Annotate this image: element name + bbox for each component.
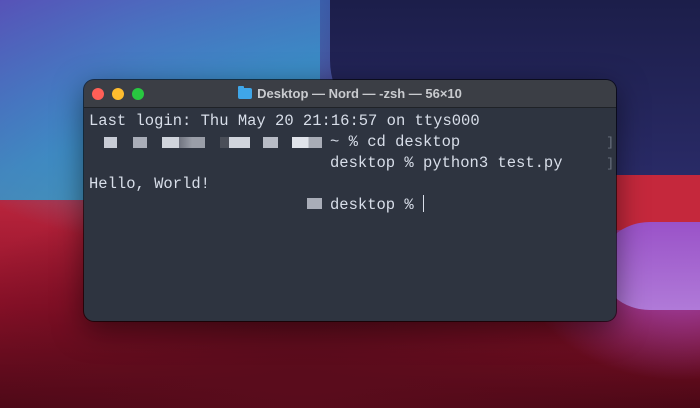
mark-bracket: ] (606, 156, 614, 171)
terminal-window[interactable]: Desktop — Nord — -zsh — 56×10 Last login… (84, 80, 616, 321)
terminal-line: desktop % (89, 195, 616, 216)
mark-bracket: ] (606, 135, 614, 150)
redacted-block (162, 137, 205, 148)
last-login-text: Last login: Thu May 20 21:16:57 on ttys0… (89, 112, 480, 130)
terminal-output[interactable]: Last login: Thu May 20 21:16:57 on ttys0… (89, 111, 616, 216)
terminal-line: ~ % cd desktop ] (89, 132, 616, 153)
command-cd: ~ % cd desktop (330, 133, 461, 151)
folder-icon (238, 86, 253, 99)
program-output: Hello, World! (89, 175, 210, 193)
terminal-line: Last login: Thu May 20 21:16:57 on ttys0… (89, 111, 616, 132)
title-bar[interactable]: Desktop — Nord — -zsh — 56×10 (84, 80, 616, 108)
redacted-block (292, 137, 322, 148)
redacted-block (104, 137, 117, 148)
terminal-line: Hello, World! (89, 174, 616, 195)
command-python: desktop % python3 test.py (330, 154, 563, 172)
redacted-block (220, 137, 250, 148)
redacted-block (263, 137, 278, 148)
window-title: Desktop — Nord — -zsh — 56×10 (84, 86, 616, 101)
text-cursor (422, 195, 424, 212)
redacted-block (133, 137, 147, 148)
terminal-line: desktop % python3 test.py ] (89, 153, 616, 174)
redacted-block (307, 198, 322, 209)
window-title-text: Desktop — Nord — -zsh — 56×10 (257, 86, 462, 101)
current-prompt: desktop % (330, 196, 414, 214)
